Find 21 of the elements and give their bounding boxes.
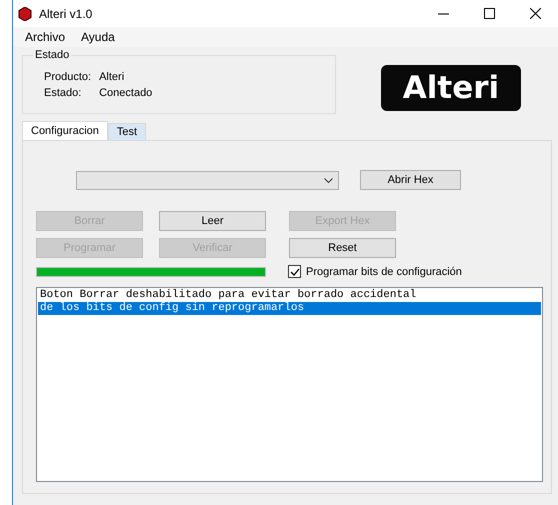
logo: Alteri <box>381 65 521 111</box>
tab[interactable]: Test <box>108 123 146 140</box>
window-title: Alteri v1.0 <box>39 6 94 20</box>
checkbox[interactable] <box>288 265 301 278</box>
menu-item[interactable]: Archivo <box>25 30 66 44</box>
action-button[interactable]: Reset <box>289 238 396 258</box>
field-value: Alteri <box>99 71 126 83</box>
chevron-down-icon <box>324 178 333 182</box>
close-icon[interactable] <box>530 8 540 19</box>
config-bits-checkbox[interactable]: Programar bits de configuración <box>288 265 462 278</box>
log-line[interactable]: Boton Borrar deshabilitado para evitar borrado accidental <box>38 289 541 302</box>
tab[interactable]: Configuracion <box>22 121 108 140</box>
menu-item[interactable]: Ayuda <box>81 30 115 44</box>
action-button[interactable]: Leer <box>159 211 266 231</box>
maximize-icon[interactable] <box>484 8 494 19</box>
open-hex-button[interactable]: Abrir Hex <box>360 170 461 190</box>
group-title: Estado <box>33 49 72 61</box>
app-icon <box>18 6 32 20</box>
field-label: Producto: <box>44 71 92 83</box>
field-value: Conectado <box>99 87 152 99</box>
field-label: Estado: <box>44 87 82 99</box>
